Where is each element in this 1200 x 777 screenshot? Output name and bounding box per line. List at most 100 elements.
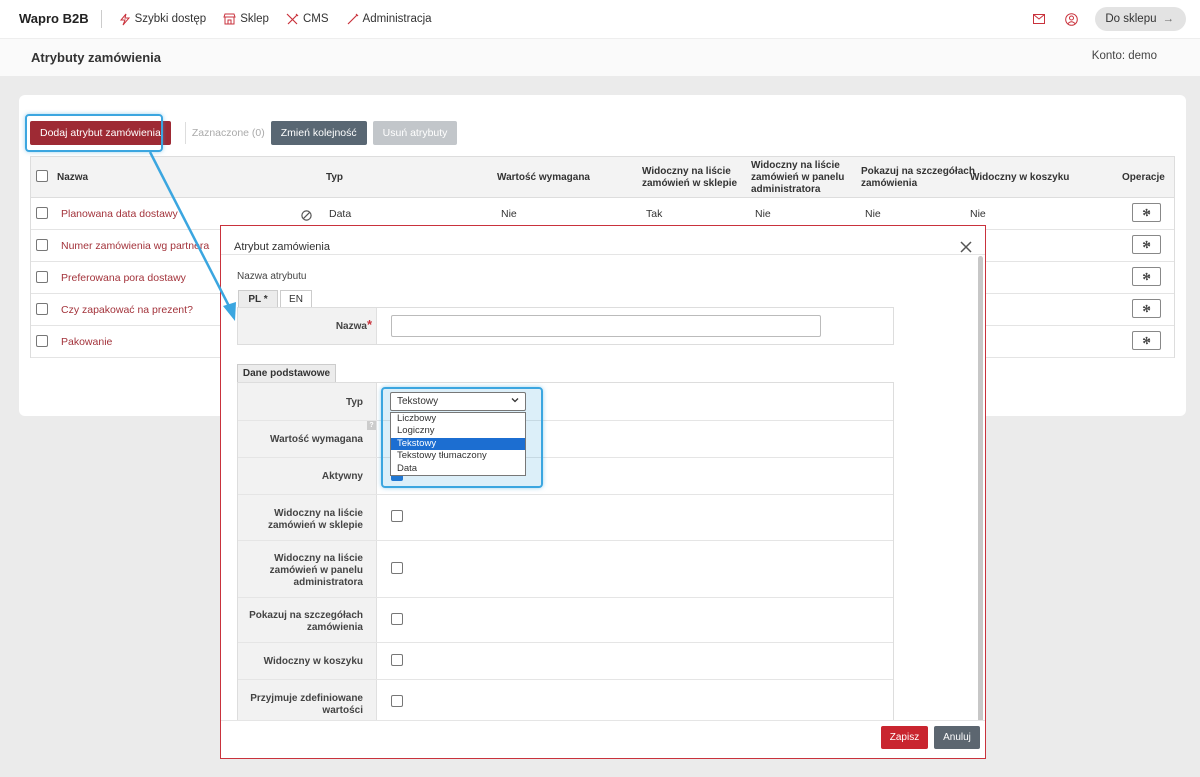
block-icon (301, 210, 312, 221)
basic-data-section: Typ ? Wartość wymagana Aktywny Widoczny … (237, 382, 894, 723)
tab-lang-pl[interactable]: PL * (238, 290, 278, 308)
close-icon[interactable] (959, 240, 973, 254)
row-checkbox[interactable] (36, 335, 48, 347)
col-visible-admin-l2: zamówień w panelu (751, 172, 845, 183)
row-settings-button[interactable] (1132, 267, 1161, 286)
save-button[interactable]: Zapisz (881, 726, 928, 749)
row-divider (238, 597, 893, 598)
cart-checkbox[interactable] (391, 654, 403, 666)
select-all-checkbox[interactable] (36, 170, 48, 182)
type-label: Typ (345, 397, 363, 408)
col-visible-shop-l2: zamówień w sklepie (642, 178, 738, 189)
row-settings-button[interactable] (1132, 203, 1161, 222)
attribute-name-input[interactable] (391, 315, 821, 337)
gear-icon (1142, 304, 1151, 313)
modal-title: Atrybut zamówienia (234, 241, 330, 253)
col-operations: Operacje (1122, 172, 1165, 183)
row-checkbox[interactable] (36, 303, 48, 315)
col-visible-admin: Widoczny na liście zamówień w panelu adm… (751, 160, 844, 196)
name-label: Nazwa* (238, 317, 372, 333)
nav-cms[interactable]: CMS (286, 13, 329, 26)
row-name[interactable]: Czy zapakować na prezent? (61, 304, 193, 316)
cancel-button[interactable]: Anuluj (934, 726, 980, 749)
predefined-checkbox[interactable] (391, 695, 403, 707)
nav-administration-label: Administracja (362, 13, 432, 25)
type-option[interactable]: Liczbowy (391, 413, 525, 425)
col-required: Wartość wymagana (497, 172, 590, 183)
visible-admin-label: Widoczny na liście zamówień w panelu adm… (238, 553, 363, 589)
col-cart: Widoczny w koszyku (970, 172, 1070, 183)
type-option[interactable]: Data (391, 463, 525, 475)
row-settings-button[interactable] (1132, 299, 1161, 318)
predefined-label-l2: wartości (322, 705, 363, 716)
type-option[interactable]: Logiczny (391, 425, 525, 437)
row-divider (238, 540, 893, 541)
col-visible-admin-l3: administratora (751, 184, 821, 195)
user-icon[interactable] (1063, 11, 1079, 27)
col-visible-shop-l1: Widoczny na liście (642, 166, 731, 177)
account-info: Konto: demo (1091, 50, 1157, 62)
details-checkbox[interactable] (391, 613, 403, 625)
type-option-selected[interactable]: Tekstowy (391, 437, 525, 451)
row-settings-button[interactable] (1132, 331, 1161, 350)
row-name[interactable]: Preferowana pora dostawy (61, 272, 186, 284)
modal-scrollbar[interactable] (978, 256, 983, 731)
row-checkbox[interactable] (36, 239, 48, 251)
selected-count: Zaznaczone (0) (184, 122, 265, 144)
row-settings-button[interactable] (1132, 235, 1161, 254)
brand-logo[interactable]: Wapro B2B (19, 10, 102, 28)
tools-icon (286, 13, 299, 24)
gear-icon (1142, 240, 1151, 249)
row-checkbox[interactable] (36, 271, 48, 283)
name-label-text: Nazwa (335, 321, 367, 332)
row-cart: Nie (970, 208, 986, 220)
go-to-shop-button[interactable]: Do sklepu → (1095, 7, 1186, 31)
reorder-button[interactable]: Zmień kolejność (270, 121, 367, 145)
wrench-icon (347, 13, 358, 24)
active-label: Aktywny (321, 471, 363, 482)
nav-administration[interactable]: Administracja (346, 13, 432, 26)
table-header: Nazwa Typ Wartość wymagana Widoczny na l… (31, 157, 1174, 198)
required-asterisk: * (366, 317, 372, 332)
page-header: Atrybuty zamówienia Konto: demo (0, 38, 1200, 76)
visible-shop-label-l2: zamówień w sklepie (267, 520, 363, 531)
go-to-shop-label: Do sklepu (1105, 13, 1157, 25)
delete-attributes-button[interactable]: Usuń atrybuty (372, 121, 458, 145)
col-details: Pokazuj na szczegółach zamówienia (861, 166, 975, 190)
arrow-right-icon: → (1162, 13, 1175, 25)
nav-quick-access[interactable]: Szybki dostęp (119, 13, 207, 26)
details-label: Pokazuj na szczegółach zamówienia (238, 610, 363, 634)
type-select[interactable]: Tekstowy (390, 392, 526, 411)
row-type: Data (329, 208, 352, 220)
row-visible-admin: Nie (755, 208, 771, 220)
shop-icon (223, 13, 236, 25)
row-divider (238, 494, 893, 495)
visible-admin-checkbox[interactable] (391, 562, 403, 574)
row-name[interactable]: Planowana data dostawy (61, 208, 178, 220)
row-name[interactable]: Numer zamówienia wg partnera (61, 240, 209, 252)
top-nav: Wapro B2B Szybki dostęp Sklep CMS Admini… (0, 0, 1200, 38)
nav-quick-access-label: Szybki dostęp (134, 13, 207, 25)
attribute-modal: Atrybut zamówienia Nazwa atrybutu PL * E… (220, 225, 986, 759)
cart-label: Widoczny w koszyku (263, 656, 363, 667)
help-icon[interactable]: ? (367, 421, 376, 430)
row-name[interactable]: Pakowanie (61, 336, 112, 348)
tab-basic-data[interactable]: Dane podstawowe (237, 364, 336, 382)
row-visible-shop: Tak (646, 208, 663, 220)
row-divider (238, 457, 893, 458)
gear-icon (1142, 336, 1151, 345)
type-option[interactable]: Tekstowy tłumaczony (391, 450, 525, 462)
required-label: Wartość wymagana (270, 434, 363, 445)
visible-admin-label-l3: administratora (293, 577, 363, 588)
visible-admin-label-l2: zamówień w panelu (269, 565, 363, 576)
type-select-value: Tekstowy (397, 396, 439, 407)
page-title: Atrybuty zamówienia (31, 50, 162, 65)
visible-admin-label-l1: Widoczny na liście (274, 553, 363, 564)
row-checkbox[interactable] (36, 207, 48, 219)
nav-shop[interactable]: Sklep (223, 13, 269, 25)
visible-shop-checkbox[interactable] (391, 510, 403, 522)
nav-shop-label: Sklep (240, 13, 269, 25)
modal-header: Atrybut zamówienia (221, 226, 985, 255)
mail-icon[interactable] (1031, 11, 1047, 27)
tab-lang-en[interactable]: EN (280, 290, 312, 308)
